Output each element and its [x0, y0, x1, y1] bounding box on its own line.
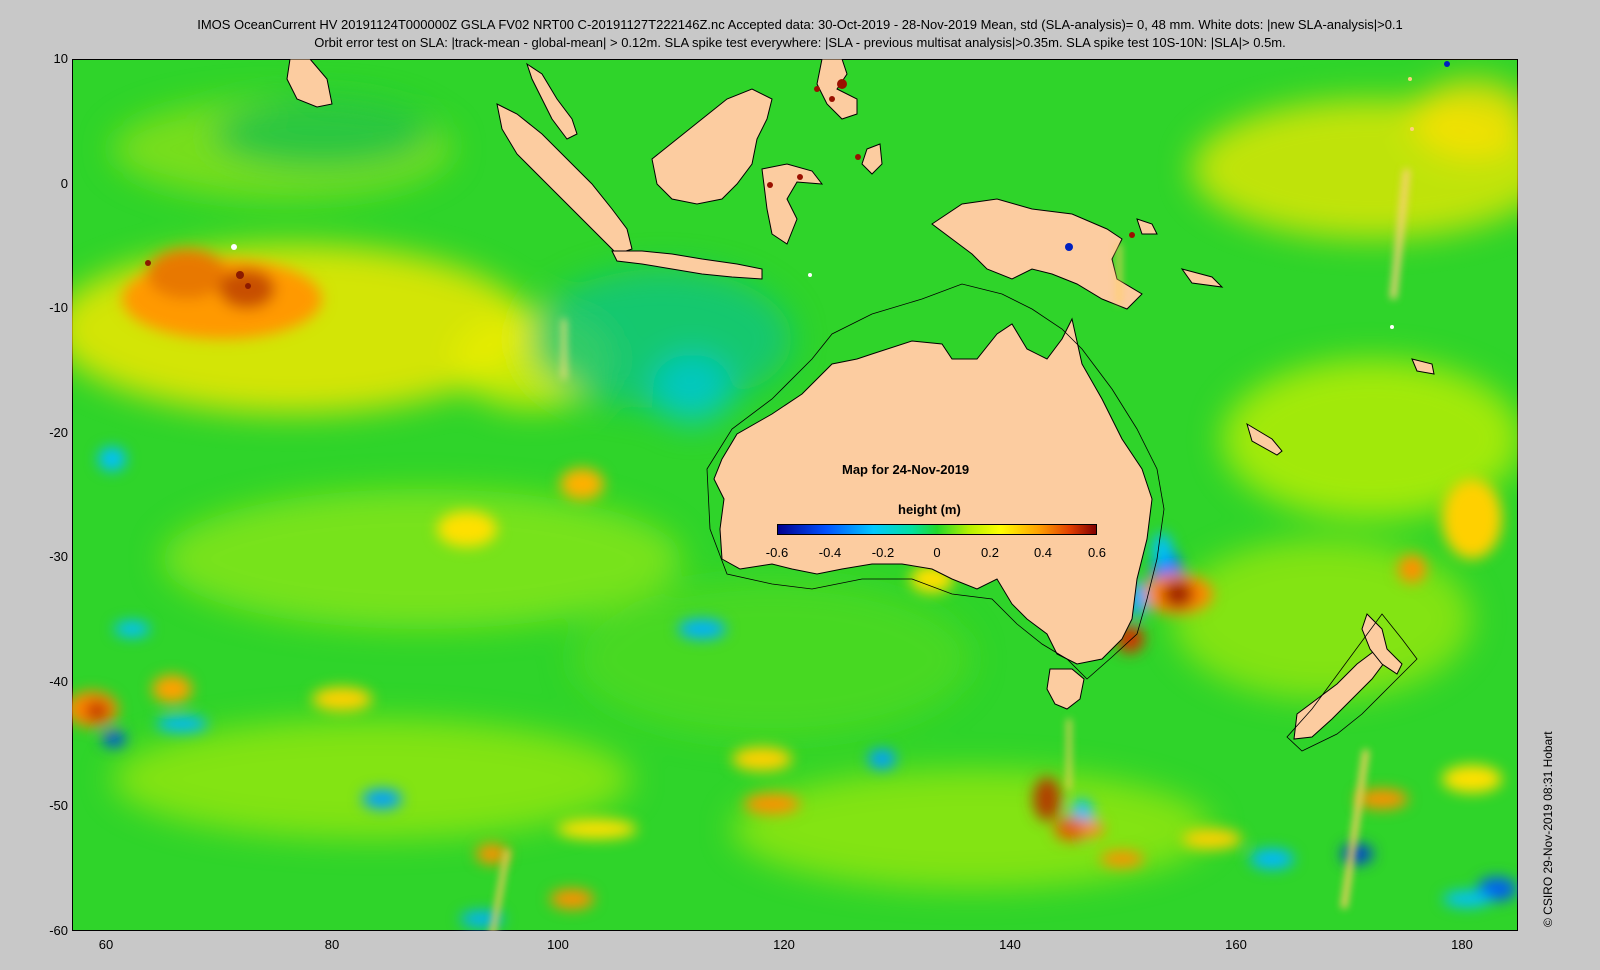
map-title-line-2: Orbit error test on SLA: |track-mean - g… [314, 35, 1286, 50]
lat-tick: -60 [49, 923, 68, 938]
lat-tick: -20 [49, 425, 68, 440]
colorbar-tick: -0.6 [765, 545, 789, 560]
colorbar-tick: 0.2 [980, 545, 1000, 560]
lat-tick: -30 [49, 549, 68, 564]
credit-text: © CSIRO 29-Nov-2019 08:31 Hobart [1541, 731, 1555, 927]
map-title-line-1: IMOS OceanCurrent HV 20191124T000000Z GS… [197, 17, 1403, 32]
sea-level-anomaly-map [72, 59, 1518, 931]
map-date-label: Map for 24-Nov-2019 [842, 462, 970, 477]
lon-tick: 140 [999, 937, 1021, 952]
credit-label: © CSIRO 29-Nov-2019 08:31 Hobart [1538, 440, 1558, 940]
lon-tick: 80 [324, 937, 340, 952]
colorbar [777, 524, 1097, 535]
colorbar-tick: 0.6 [1087, 545, 1107, 560]
colorbar-tick: 0 [933, 545, 941, 560]
colorbar-tick: -0.4 [818, 545, 842, 560]
lon-tick: 100 [547, 937, 569, 952]
lon-tick: 120 [773, 937, 795, 952]
lon-tick: 160 [1225, 937, 1247, 952]
lat-tick: -10 [49, 300, 68, 315]
colorbar-tick: -0.2 [871, 545, 895, 560]
lat-tick: -40 [49, 674, 68, 689]
colorbar-tick: 0.4 [1033, 545, 1053, 560]
lat-tick: -50 [49, 798, 68, 813]
colorbar-label: height (m) [898, 502, 961, 517]
lon-tick: 60 [98, 937, 114, 952]
map-canvas [72, 59, 1518, 931]
lon-tick: 180 [1451, 937, 1473, 952]
lat-tick: 10 [53, 51, 68, 66]
lat-tick: 0 [60, 176, 68, 191]
